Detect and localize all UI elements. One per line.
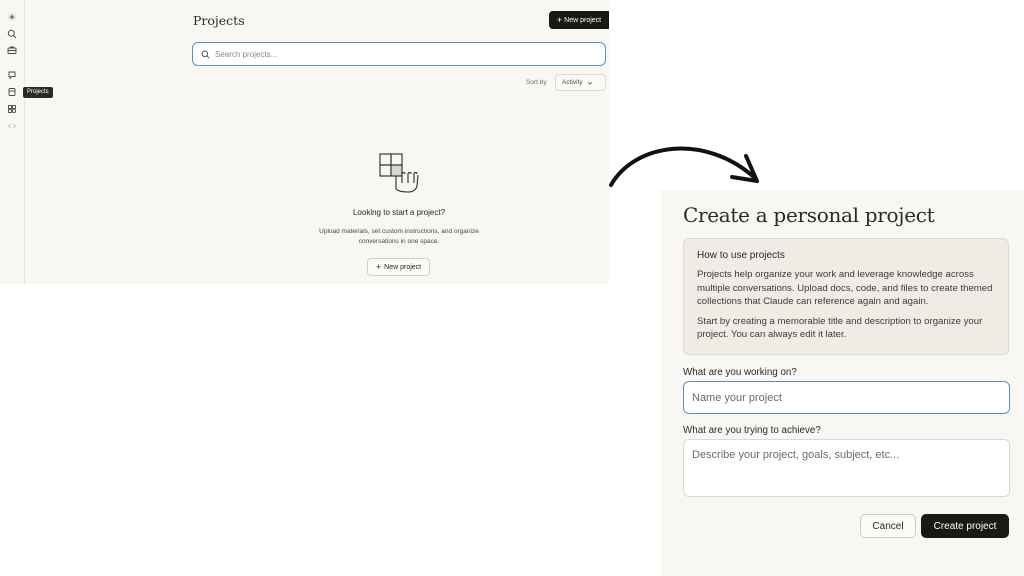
name-label: What are you working on? <box>683 367 797 378</box>
new-project-button[interactable]: + New project <box>549 11 609 29</box>
sort-value: Activity <box>562 79 583 86</box>
goal-label: What are you trying to achieve? <box>683 425 821 436</box>
code-icon[interactable] <box>6 120 18 132</box>
projects-tooltip: Projects <box>23 87 53 98</box>
chevron-down-icon <box>587 81 592 85</box>
help-paragraph-1: Projects help organize your work and lev… <box>697 269 993 307</box>
empty-state-title: Looking to start a project? <box>352 208 446 217</box>
create-project-button[interactable]: Create project <box>921 514 1009 538</box>
artifacts-icon[interactable] <box>6 103 18 115</box>
new-project-label: New project <box>384 263 422 271</box>
help-paragraph-2: Start by creating a memorable title and … <box>697 315 983 341</box>
help-heading: How to use projects <box>697 250 785 261</box>
search-icon <box>201 50 210 59</box>
sort-label: Sort by <box>526 79 547 86</box>
projects-icon[interactable] <box>6 86 18 98</box>
new-chat-icon[interactable] <box>6 11 18 23</box>
sidebar <box>0 0 25 284</box>
chats-icon[interactable] <box>6 69 18 81</box>
page-title: Projects <box>193 13 245 28</box>
curved-arrow-icon <box>609 146 759 187</box>
project-description-input[interactable] <box>683 439 1010 497</box>
search-box[interactable] <box>192 42 606 66</box>
cancel-button[interactable]: Cancel <box>860 514 916 538</box>
help-box: How to use projects Projects help organi… <box>683 238 1009 355</box>
dialog-title: Create a personal project <box>683 203 935 227</box>
create-project-dialog: Create a personal project How to use pro… <box>661 190 1024 576</box>
sort-select[interactable]: Activity <box>555 74 606 91</box>
projects-illustration-icon <box>379 153 419 193</box>
briefcase-icon[interactable] <box>6 44 18 56</box>
search-input[interactable] <box>215 49 595 59</box>
empty-new-project-button[interactable]: + New project <box>367 258 430 276</box>
project-name-input[interactable] <box>683 381 1010 414</box>
plus-icon: + <box>375 261 382 272</box>
projects-page: Projects Projects + New project Sort by … <box>0 0 609 284</box>
search-icon[interactable] <box>6 28 18 40</box>
new-project-label: New project <box>564 16 602 24</box>
empty-state-description: Upload materials, set custom instruction… <box>319 228 479 245</box>
plus-icon: + <box>556 14 563 25</box>
